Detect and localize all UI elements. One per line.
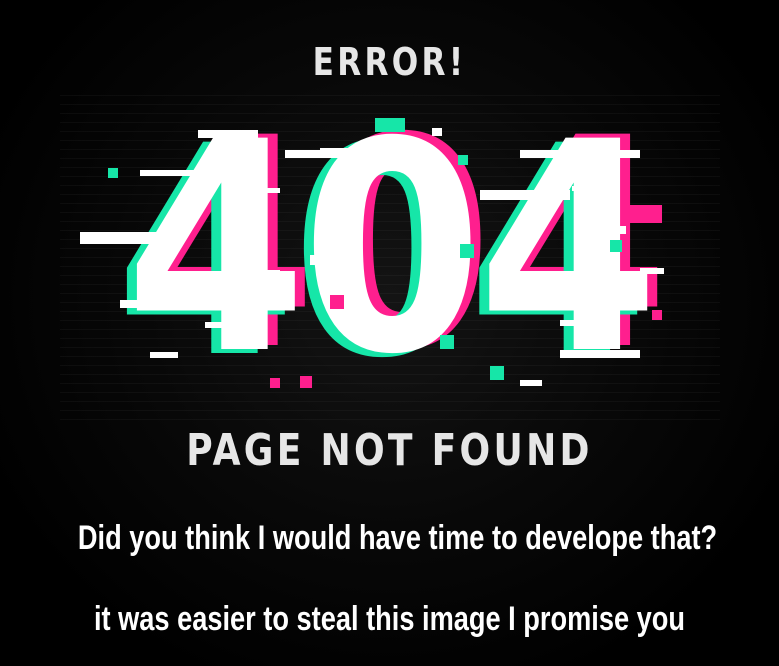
glitch-bar (440, 335, 454, 349)
glitch-bar (520, 150, 580, 158)
caption-line-2: it was easier to steal this image I prom… (93, 600, 686, 638)
caption-line-1: Did you think I would have time to devel… (77, 519, 718, 557)
glitch-bar (330, 295, 344, 309)
glitch-bar (460, 244, 474, 258)
glitch-bars (0, 0, 779, 666)
glitch-bar (310, 255, 320, 265)
glitch-bar (198, 130, 258, 138)
glitch-bar (520, 380, 542, 386)
glitch-bar (600, 150, 640, 158)
glitch-bar (150, 352, 178, 358)
glitch-bar (622, 205, 662, 223)
glitch-bar (120, 300, 150, 308)
glitch-bar (458, 155, 468, 165)
glitch-bar (140, 170, 200, 176)
glitch-bar (108, 168, 118, 178)
glitch-bar (240, 270, 280, 278)
glitch-bar (640, 268, 664, 274)
glitch-bar (596, 226, 626, 234)
glitch-bar (260, 188, 280, 193)
glitch-bar (572, 186, 602, 191)
glitch-bar (320, 148, 390, 158)
glitch-bar (205, 322, 241, 328)
glitch-bar (490, 366, 504, 380)
glitch-bar (375, 118, 405, 132)
glitch-bar (300, 376, 312, 388)
glitch-bar (480, 190, 570, 200)
glitch-bar (270, 378, 280, 388)
glitch-bar (560, 320, 590, 326)
error-404-graphic: ERROR! 404 404 404 PAGE NOT FOUND Did yo… (0, 0, 779, 666)
glitch-bar (80, 232, 170, 244)
glitch-bar (432, 128, 442, 136)
glitch-bar (610, 240, 622, 252)
page-not-found-label: PAGE NOT FOUND (186, 425, 593, 476)
glitch-bar (652, 310, 662, 320)
glitch-bar (560, 350, 640, 358)
